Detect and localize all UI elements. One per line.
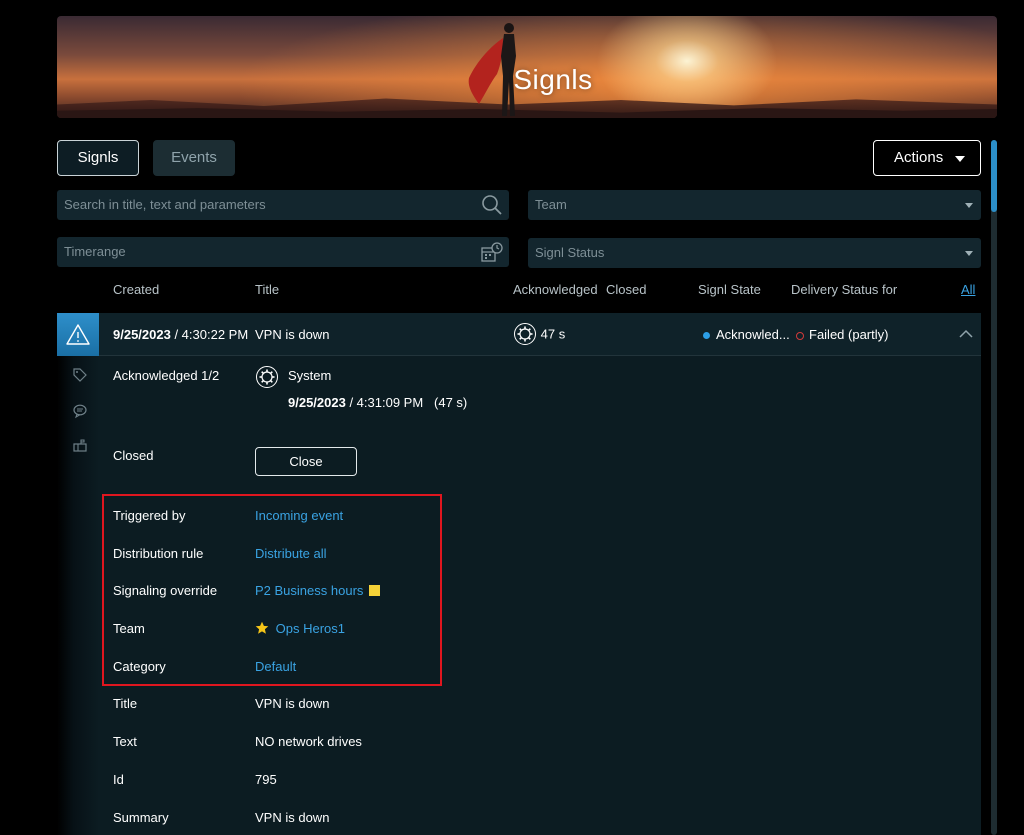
team-placeholder: Team xyxy=(535,197,567,212)
status-placeholder: Signl Status xyxy=(535,245,605,260)
timerange-input[interactable]: Timerange xyxy=(57,237,509,267)
row-signl-state: Acknowled... xyxy=(703,327,790,342)
acknowledged-dot-icon xyxy=(703,332,710,340)
id-value: 795 xyxy=(255,772,277,787)
acknowledged-by: System xyxy=(288,368,332,383)
caret-down-icon xyxy=(955,156,965,162)
title-value: VPN is down xyxy=(255,696,330,711)
signl-status-select[interactable]: Signl Status xyxy=(528,238,981,268)
category-label: Category xyxy=(113,659,166,674)
signaling-override-value: P2 Business hours xyxy=(255,583,381,598)
search-input[interactable]: Search in title, text and parameters xyxy=(57,190,509,220)
signaling-override-link[interactable]: P2 Business hours xyxy=(255,583,363,598)
chevron-down-icon xyxy=(965,203,973,208)
all-link[interactable]: All xyxy=(961,282,975,297)
row-state-text: Acknowled... xyxy=(716,327,790,342)
team-label: Team xyxy=(113,621,145,636)
scrollbar-thumb[interactable] xyxy=(991,140,997,212)
text-label: Text xyxy=(113,734,137,749)
override-color-swatch xyxy=(369,585,381,596)
close-button[interactable]: Close xyxy=(255,447,357,476)
header-title[interactable]: Title xyxy=(255,282,279,297)
header-signl-state[interactable]: Signl State xyxy=(698,282,761,297)
comment-icon[interactable] xyxy=(72,403,88,419)
text-value: NO network drives xyxy=(255,734,362,749)
team-select[interactable]: Team xyxy=(528,190,981,220)
search-icon xyxy=(482,195,502,215)
closed-label: Closed xyxy=(113,448,154,463)
hero-banner: Signls xyxy=(57,16,997,118)
tab-signls[interactable]: Signls xyxy=(57,140,139,176)
category-link[interactable]: Default xyxy=(255,659,296,674)
header-created[interactable]: Created xyxy=(113,282,159,297)
summary-label: Summary xyxy=(113,810,169,825)
row-created: 9/25/2023 / 4:30:22 PM xyxy=(113,327,248,342)
distribution-rule-label: Distribution rule xyxy=(113,546,204,561)
ack-time: / 4:31:09 PM xyxy=(345,395,424,410)
signaling-override-label: Signaling override xyxy=(113,583,218,598)
distribution-rule-link[interactable]: Distribute all xyxy=(255,546,327,561)
row-delivery-text: Failed (partly) xyxy=(809,327,889,342)
tag-icon[interactable] xyxy=(72,367,88,383)
page-title: Signls xyxy=(513,64,593,95)
header-closed[interactable]: Closed xyxy=(606,282,646,297)
ack-duration: (47 s) xyxy=(434,395,468,410)
header-acknowledged[interactable]: Acknowledged xyxy=(513,282,598,297)
mailbox-icon[interactable] xyxy=(72,438,88,454)
row-created-time: / 4:30:22 PM xyxy=(170,327,249,342)
triggered-by-link[interactable]: Incoming event xyxy=(255,508,343,523)
summary-value: VPN is down xyxy=(255,810,330,825)
row-ack-time: 47 s xyxy=(540,326,566,342)
id-label: Id xyxy=(113,772,124,787)
actions-button[interactable]: Actions xyxy=(873,140,981,176)
actions-label: Actions xyxy=(894,149,944,166)
failed-ring-icon xyxy=(796,331,804,340)
chevron-up-icon[interactable] xyxy=(958,328,974,340)
ack-date: 9/25/2023 xyxy=(288,395,346,410)
row-created-date: 9/25/2023 xyxy=(113,327,171,342)
system-gear-icon xyxy=(514,323,536,345)
acknowledged-timestamp: 9/25/2023 / 4:31:09 PM (47 s) xyxy=(288,395,467,410)
acknowledged-label: Acknowledged 1/2 xyxy=(113,368,220,383)
alert-badge xyxy=(57,313,99,356)
warning-icon xyxy=(66,324,90,345)
header-delivery-status[interactable]: Delivery Status for xyxy=(791,282,897,297)
team-value: Ops Heros1 xyxy=(255,621,345,636)
row-delivery-status: Failed (partly) xyxy=(796,327,888,342)
row-title: VPN is down xyxy=(255,327,330,342)
row-acknowledged: 47 s xyxy=(513,322,565,346)
detail-sidebar xyxy=(57,356,99,835)
tab-events[interactable]: Events xyxy=(153,140,235,176)
chevron-down-icon xyxy=(965,251,973,256)
scrollbar-track[interactable] xyxy=(991,140,997,835)
triggered-by-label: Triggered by xyxy=(113,508,186,523)
search-placeholder: Search in title, text and parameters xyxy=(64,197,266,212)
timerange-placeholder: Timerange xyxy=(64,244,126,259)
star-icon xyxy=(255,621,269,634)
team-link[interactable]: Ops Heros1 xyxy=(276,621,345,636)
system-gear-icon xyxy=(256,366,278,388)
title-label: Title xyxy=(113,696,138,711)
calendar-clock-icon xyxy=(481,242,503,262)
